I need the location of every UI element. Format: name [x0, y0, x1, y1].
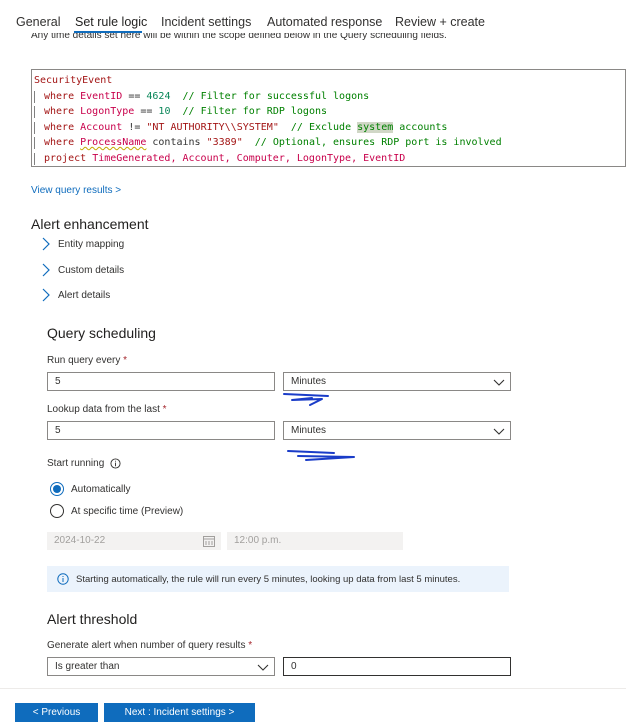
- code-line: where ProcessName contains "3389" // Opt…: [32, 135, 625, 151]
- alert-details-expander[interactable]: Alert details: [40, 288, 110, 302]
- info-message-text: Starting automatically, the rule will ru…: [76, 573, 461, 585]
- radio-label: Automatically: [71, 483, 131, 495]
- info-icon: [57, 573, 69, 585]
- start-time-input: 12:00 p.m.: [227, 532, 403, 550]
- run-query-every-unit-select[interactable]: Minutes: [283, 372, 511, 391]
- radio-circle: [50, 482, 64, 496]
- info-icon[interactable]: [110, 458, 121, 469]
- lookup-data-input[interactable]: 5: [47, 421, 275, 440]
- start-running-label: Start running: [47, 458, 121, 469]
- threshold-value-input[interactable]: 0: [283, 657, 511, 676]
- select-value: Minutes: [291, 425, 327, 436]
- chevron-right-icon: [42, 288, 50, 302]
- radio-specific-time[interactable]: At specific time (Preview): [50, 504, 183, 518]
- lookup-data-label: Lookup data from the last *: [47, 404, 167, 415]
- scope-description: Any time details set here will be within…: [31, 33, 447, 41]
- code-line: where EventID == 4624 // Filter for succ…: [32, 89, 625, 105]
- alert-enhancement-title: Alert enhancement: [31, 216, 149, 232]
- handwritten-annotation-arrow: [283, 393, 329, 406]
- custom-details-expander[interactable]: Custom details: [40, 263, 124, 277]
- tab-general[interactable]: General: [16, 15, 60, 29]
- radio-circle: [50, 504, 64, 518]
- threshold-operator-select[interactable]: Is greater than: [47, 657, 275, 676]
- expander-label: Custom details: [58, 264, 125, 276]
- alert-threshold-title: Alert threshold: [47, 611, 138, 627]
- next-incident-settings-button[interactable]: Next : Incident settings >: [104, 703, 255, 722]
- generate-alert-label: Generate alert when number of query resu…: [47, 640, 253, 651]
- expander-label: Entity mapping: [58, 238, 125, 250]
- expander-label: Alert details: [58, 289, 111, 301]
- footer-divider: [0, 688, 626, 689]
- chevron-right-icon: [42, 237, 50, 251]
- radio-label: At specific time (Preview): [71, 505, 184, 517]
- tab-review-create[interactable]: Review + create: [395, 15, 485, 29]
- query-editor[interactable]: SecurityEvent where EventID == 4624 // F…: [31, 69, 626, 167]
- tab-set-rule-logic[interactable]: Set rule logic: [75, 15, 147, 29]
- info-message-bar: Starting automatically, the rule will ru…: [47, 566, 509, 592]
- chevron-right-icon: [42, 263, 50, 277]
- chevron-down-icon: [257, 664, 269, 671]
- select-value: Minutes: [291, 376, 327, 387]
- select-value: Is greater than: [55, 661, 120, 672]
- code-line: SecurityEvent: [34, 75, 113, 86]
- query-scheduling-title: Query scheduling: [47, 325, 156, 341]
- run-query-every-input[interactable]: 5: [47, 372, 275, 391]
- view-query-results-link[interactable]: View query results >: [31, 185, 121, 196]
- radio-automatically[interactable]: Automatically: [50, 482, 130, 496]
- run-query-every-label: Run query every *: [47, 355, 128, 366]
- tab-automated-response[interactable]: Automated response: [267, 15, 382, 29]
- entity-mapping-expander[interactable]: Entity mapping: [40, 237, 124, 251]
- wizard-tabs: General Set rule logic Incident settings…: [0, 0, 626, 34]
- previous-button[interactable]: < Previous: [15, 703, 98, 722]
- chevron-down-icon: [493, 379, 505, 386]
- tab-incident-settings[interactable]: Incident settings: [161, 15, 251, 29]
- date-value: 2024-10-22: [54, 535, 106, 546]
- lookup-data-unit-select[interactable]: Minutes: [283, 421, 511, 440]
- code-line: project TimeGenerated, Account, Computer…: [32, 151, 625, 167]
- start-date-input: 2024-10-22: [47, 532, 221, 550]
- calendar-icon: [203, 536, 215, 547]
- handwritten-annotation-lines: [287, 450, 355, 461]
- code-line: where Account != "NT AUTHORITY\\SYSTEM" …: [32, 120, 625, 136]
- chevron-down-icon: [493, 428, 505, 435]
- code-line: where LogonType == 10 // Filter for RDP …: [32, 104, 625, 120]
